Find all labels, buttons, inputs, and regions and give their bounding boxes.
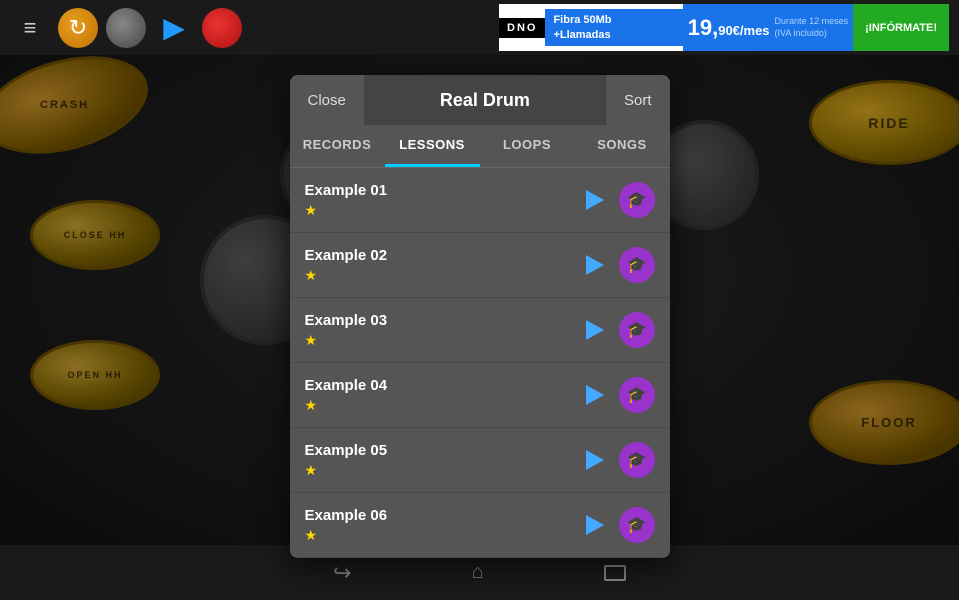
play-triangle-icon bbox=[586, 320, 604, 340]
list-item-info: Example 04 ★ bbox=[305, 377, 577, 414]
play-icon: ▶ bbox=[163, 11, 185, 44]
tab-songs[interactable]: SONGS bbox=[575, 125, 670, 167]
list-item-info: Example 06 ★ bbox=[305, 507, 577, 544]
list-item-title: Example 01 bbox=[305, 182, 577, 199]
menu-button[interactable]: ≡ bbox=[10, 8, 50, 48]
tab-lessons[interactable]: LESSONS bbox=[385, 125, 480, 167]
tab-loops[interactable]: LOOPS bbox=[480, 125, 575, 167]
list-item: Example 05 ★ 🎓 bbox=[290, 428, 670, 493]
graduation-icon: 🎓 bbox=[627, 515, 647, 535]
list-item: Example 02 ★ 🎓 bbox=[290, 233, 670, 298]
modal-close-button[interactable]: Close bbox=[290, 75, 364, 125]
list-item-star: ★ bbox=[305, 527, 577, 544]
modal-list: Example 01 ★ 🎓 Example 02 ★ 🎓 Example bbox=[290, 168, 670, 558]
back-button[interactable]: ↩ bbox=[333, 560, 351, 586]
modal-overlay: Close Real Drum Sort RECORDS LESSONS LOO… bbox=[0, 55, 959, 545]
modal-dialog: Close Real Drum Sort RECORDS LESSONS LOO… bbox=[290, 75, 670, 558]
list-item-actions: 🎓 bbox=[577, 182, 655, 218]
menu-icon: ≡ bbox=[24, 15, 37, 41]
graduation-icon: 🎓 bbox=[627, 450, 647, 470]
list-item-actions: 🎓 bbox=[577, 377, 655, 413]
list-item-title: Example 06 bbox=[305, 507, 577, 524]
list-item-title: Example 04 bbox=[305, 377, 577, 394]
lesson-button[interactable]: 🎓 bbox=[619, 377, 655, 413]
stop-button[interactable] bbox=[202, 8, 242, 48]
list-item-star: ★ bbox=[305, 202, 577, 219]
graduation-icon: 🎓 bbox=[627, 190, 647, 210]
home-button[interactable]: ⌂ bbox=[472, 561, 484, 584]
recents-button[interactable] bbox=[604, 565, 626, 581]
list-item-actions: 🎓 bbox=[577, 247, 655, 283]
list-item: Example 04 ★ 🎓 bbox=[290, 363, 670, 428]
list-item-info: Example 02 ★ bbox=[305, 247, 577, 284]
tab-records[interactable]: RECORDS bbox=[290, 125, 385, 167]
list-item-title: Example 05 bbox=[305, 442, 577, 459]
ad-cta-button[interactable]: ¡INFÓRMATE! bbox=[853, 4, 949, 51]
lesson-button[interactable]: 🎓 bbox=[619, 247, 655, 283]
play-item-button[interactable] bbox=[577, 312, 613, 348]
list-item-star: ★ bbox=[305, 332, 577, 349]
play-triangle-icon bbox=[586, 450, 604, 470]
play-item-button[interactable] bbox=[577, 442, 613, 478]
list-item-star: ★ bbox=[305, 462, 577, 479]
modal-sort-button[interactable]: Sort bbox=[606, 75, 670, 125]
list-item: Example 03 ★ 🎓 bbox=[290, 298, 670, 363]
lesson-button[interactable]: 🎓 bbox=[619, 182, 655, 218]
list-item-info: Example 01 ★ bbox=[305, 182, 577, 219]
modal-header: Close Real Drum Sort bbox=[290, 75, 670, 125]
play-item-button[interactable] bbox=[577, 507, 613, 543]
play-button[interactable]: ▶ bbox=[154, 8, 194, 48]
list-item-actions: 🎓 bbox=[577, 442, 655, 478]
list-item: Example 01 ★ 🎓 bbox=[290, 168, 670, 233]
modal-tabs: RECORDS LESSONS LOOPS SONGS bbox=[290, 125, 670, 168]
modal-title: Real Drum bbox=[364, 90, 606, 111]
list-item-actions: 🎓 bbox=[577, 312, 655, 348]
ad-price: 19,90€/mes bbox=[683, 15, 775, 41]
ad-banner: DNO Fibra 50Mb +Llamadas 19,90€/mes Dura… bbox=[499, 4, 949, 51]
lesson-button[interactable]: 🎓 bbox=[619, 507, 655, 543]
list-item-star: ★ bbox=[305, 267, 577, 284]
lesson-button[interactable]: 🎓 bbox=[619, 442, 655, 478]
play-item-button[interactable] bbox=[577, 182, 613, 218]
ad-line2: +Llamadas bbox=[553, 28, 674, 42]
play-triangle-icon bbox=[586, 385, 604, 405]
play-item-button[interactable] bbox=[577, 377, 613, 413]
list-item-info: Example 05 ★ bbox=[305, 442, 577, 479]
graduation-icon: 🎓 bbox=[627, 385, 647, 405]
list-item-title: Example 02 bbox=[305, 247, 577, 264]
top-toolbar: ≡ ↻ ▶ DNO Fibra 50Mb +Llamadas 19,90€/me… bbox=[0, 0, 959, 55]
lesson-button[interactable]: 🎓 bbox=[619, 312, 655, 348]
list-item-title: Example 03 bbox=[305, 312, 577, 329]
list-item-info: Example 03 ★ bbox=[305, 312, 577, 349]
record-button[interactable] bbox=[106, 8, 146, 48]
play-triangle-icon bbox=[586, 190, 604, 210]
ad-price-detail: Durante 12 meses(IVA incluido) bbox=[775, 16, 854, 39]
list-item: Example 06 ★ 🎓 bbox=[290, 493, 670, 558]
refresh-icon: ↻ bbox=[69, 15, 87, 41]
ad-line1: Fibra 50Mb bbox=[553, 13, 674, 27]
ad-logo: DNO bbox=[499, 18, 545, 38]
play-triangle-icon bbox=[586, 515, 604, 535]
list-item-star: ★ bbox=[305, 397, 577, 414]
graduation-icon: 🎓 bbox=[627, 320, 647, 340]
graduation-icon: 🎓 bbox=[627, 255, 647, 275]
list-item-actions: 🎓 bbox=[577, 507, 655, 543]
ad-text: Fibra 50Mb +Llamadas bbox=[545, 9, 682, 46]
play-triangle-icon bbox=[586, 255, 604, 275]
refresh-button[interactable]: ↻ bbox=[58, 8, 98, 48]
play-item-button[interactable] bbox=[577, 247, 613, 283]
